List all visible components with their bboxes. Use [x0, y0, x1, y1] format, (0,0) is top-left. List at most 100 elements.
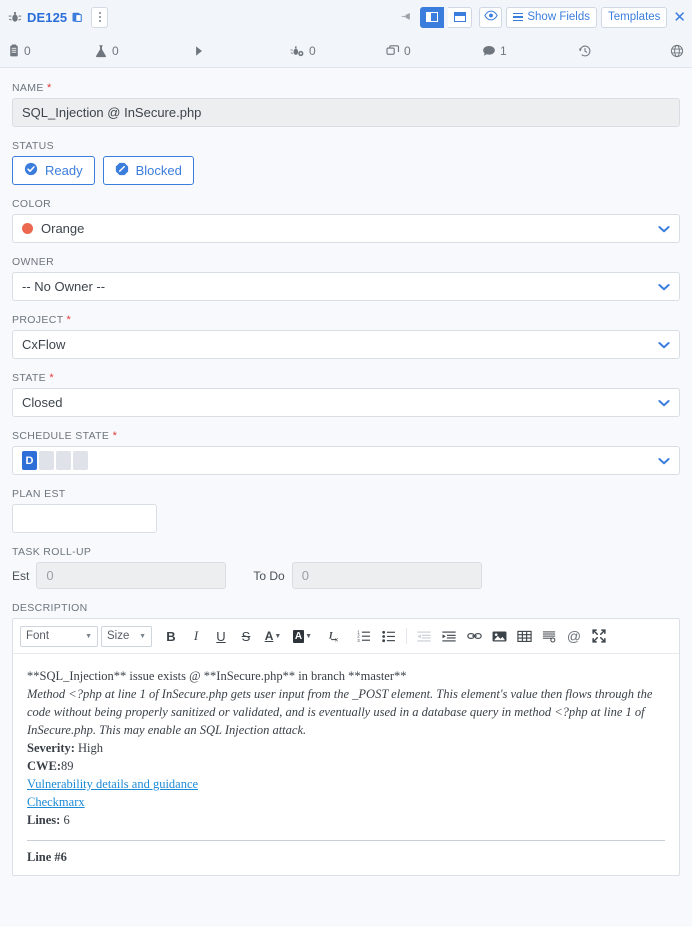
stat-tasks[interactable]: 0 [8, 44, 94, 58]
schedule-segment[interactable] [73, 451, 88, 470]
color-select[interactable]: Orange [12, 214, 680, 243]
est-input: 0 [36, 562, 227, 589]
layout-full-toggle[interactable] [448, 6, 473, 28]
bold-button[interactable]: B [160, 625, 182, 647]
pin-icon[interactable] [401, 11, 414, 24]
stat-run[interactable] [194, 45, 290, 57]
hamburger-icon [513, 12, 524, 22]
field-label: OWNER [12, 256, 54, 268]
chevron-down-icon [658, 457, 670, 465]
plan-est-input[interactable] [12, 504, 157, 533]
severity-value: High [78, 741, 104, 755]
cwe-value: 89 [61, 759, 74, 773]
stat-defect-suites[interactable]: 0 [290, 44, 386, 58]
description-line-ref: Line #6 [27, 850, 67, 864]
flask-icon [94, 44, 108, 58]
stat-globe[interactable] [670, 44, 688, 58]
name-input[interactable]: SQL_Injection @ InSecure.php [12, 98, 680, 127]
status-ready-button[interactable]: Ready [12, 156, 95, 185]
field-task-rollup: TASK ROLL-UP Est 0 To Do 0 [12, 546, 680, 589]
description-severity: Severity: High [27, 739, 665, 757]
chevron-down-icon [658, 399, 670, 407]
stat-copies[interactable]: 0 [386, 44, 482, 58]
strikethrough-button[interactable]: S [235, 625, 257, 647]
field-plan-est: PLAN EST [12, 488, 680, 533]
templates-button[interactable]: Templates [601, 6, 668, 28]
field-schedule-state: SCHEDULE STATE * D [12, 430, 680, 475]
schedule-segment[interactable] [39, 451, 54, 470]
field-label: PROJECT * [12, 314, 680, 326]
description-paragraph: Method <?php at line 1 of InSecure.php g… [27, 687, 653, 737]
layout-full-icon [453, 12, 466, 22]
chevron-down-icon [658, 225, 670, 233]
stat-history[interactable] [578, 44, 670, 58]
image-button[interactable] [488, 625, 510, 647]
label-text: PROJECT [12, 314, 64, 326]
artifact-form: NAME * SQL_Injection @ InSecure.php STAT… [0, 68, 692, 925]
checkmarx-link[interactable]: Checkmarx [27, 795, 85, 809]
underline-button[interactable]: U [210, 625, 232, 647]
description-lines: Lines: 6 [27, 811, 665, 829]
link-button[interactable] [463, 625, 485, 647]
svg-text:3: 3 [357, 637, 360, 642]
check-circle-icon [24, 162, 38, 179]
field-name: NAME * SQL_Injection @ InSecure.php [12, 82, 680, 127]
clear-format-button[interactable]: I x [324, 625, 346, 647]
field-owner: OWNER -- No Owner -- [12, 256, 680, 301]
state-select[interactable]: Closed [12, 388, 680, 417]
mention-button[interactable]: @ [563, 625, 585, 647]
dot [98, 20, 101, 22]
schedule-segment-active[interactable]: D [22, 451, 37, 470]
field-label: DESCRIPTION [12, 602, 88, 614]
description-cwe: CWE:89 [27, 757, 665, 775]
outdent-icon [417, 630, 431, 643]
field-color: COLOR Orange [12, 198, 680, 243]
lines-value: 6 [63, 813, 70, 827]
field-label: PLAN EST [12, 488, 66, 500]
bullet-list-button[interactable] [378, 625, 400, 647]
description-divider [27, 840, 665, 841]
stat-discussions[interactable]: 1 [482, 44, 578, 58]
show-fields-label: Show Fields [527, 11, 590, 23]
status-label: Ready [45, 163, 83, 178]
artifact-stats-row: 0 0 0 0 1 [0, 34, 692, 68]
severity-label: Severity: [27, 741, 75, 755]
schedule-state-select[interactable]: D [12, 446, 680, 475]
layout-sidebar-toggle[interactable] [420, 6, 445, 28]
copy-icon[interactable] [72, 11, 84, 24]
description-content[interactable]: **SQL_Injection** issue exists @ **InSec… [13, 654, 679, 875]
schedule-segment[interactable] [56, 451, 71, 470]
size-select[interactable]: Size ▼ [101, 625, 152, 647]
close-icon[interactable]: ✕ [671, 10, 686, 25]
description-link-row: Checkmarx [27, 793, 665, 811]
text-color-button[interactable]: A ▼ [260, 625, 286, 647]
preview-button[interactable] [479, 6, 503, 28]
font-label: Font [26, 630, 50, 642]
font-select[interactable]: Font ▼ [20, 625, 98, 647]
status-label: Blocked [135, 163, 182, 178]
fullscreen-button[interactable] [588, 625, 610, 647]
stat-test-cases[interactable]: 0 [94, 44, 194, 58]
more-actions-button[interactable] [91, 6, 109, 28]
table-button[interactable] [513, 625, 535, 647]
field-label: SCHEDULE STATE * [12, 430, 680, 442]
owner-select[interactable]: -- No Owner -- [12, 272, 680, 301]
show-fields-button[interactable]: Show Fields [506, 6, 597, 28]
clear-format-icon: I x [328, 629, 342, 643]
chevron-down-icon [658, 341, 670, 349]
field-project: PROJECT * CxFlow [12, 314, 680, 359]
status-blocked-button[interactable]: Blocked [102, 156, 194, 185]
vulnerability-details-link[interactable]: Vulnerability details and guidance [27, 777, 198, 791]
italic-button[interactable]: I [185, 625, 207, 647]
indent-button[interactable] [438, 625, 460, 647]
project-select[interactable]: CxFlow [12, 330, 680, 359]
outdent-button[interactable] [413, 625, 435, 647]
svg-text:x: x [335, 637, 338, 643]
ordered-list-button[interactable]: 1 2 3 [353, 625, 375, 647]
page-break-button[interactable] [538, 625, 560, 647]
artifact-header: DE125 Show Fields Templates ✕ [0, 0, 692, 34]
indent-icon [442, 630, 456, 643]
artifact-id-link[interactable]: DE125 [27, 10, 67, 25]
bg-color-button[interactable]: A ▼ [289, 625, 316, 647]
task-rollup-row: Est 0 To Do 0 [12, 562, 680, 589]
